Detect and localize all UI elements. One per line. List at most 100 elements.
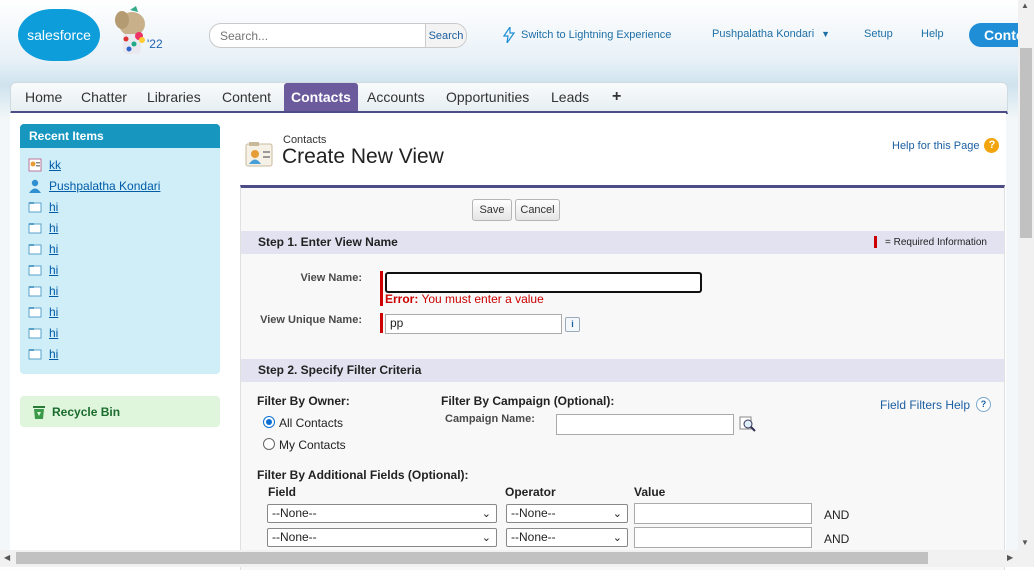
lightning-link[interactable]: Switch to Lightning Experience bbox=[521, 29, 671, 41]
contacts-card-icon bbox=[245, 142, 273, 167]
search-bar: Search bbox=[209, 23, 467, 48]
campaign-name-field[interactable] bbox=[556, 414, 734, 435]
scroll-right-icon[interactable]: ▶ bbox=[1007, 553, 1013, 562]
list-item[interactable]: hi bbox=[28, 218, 58, 238]
scroll-down-icon[interactable]: ▼ bbox=[1021, 538, 1029, 547]
lightning-switch[interactable]: Switch to Lightning Experience bbox=[503, 27, 671, 43]
user-name[interactable]: Pushpalatha Kondari bbox=[712, 28, 814, 40]
recent-item-label[interactable]: hi bbox=[49, 284, 58, 298]
tab-chatter[interactable]: Chatter bbox=[81, 83, 127, 111]
recent-item-label[interactable]: hi bbox=[49, 242, 58, 256]
list-item[interactable]: hi bbox=[28, 281, 58, 301]
radio-my-contacts[interactable] bbox=[263, 438, 275, 450]
list-item[interactable]: hi bbox=[28, 302, 58, 322]
column-value: Value bbox=[634, 485, 666, 499]
list-item[interactable]: hi bbox=[28, 323, 58, 343]
help-for-page[interactable]: Help for this Page ? bbox=[892, 138, 1000, 153]
salesforce-logo[interactable]: salesforce bbox=[18, 9, 100, 61]
filter-owner-label: Filter By Owner: bbox=[257, 394, 350, 408]
user-menu[interactable]: Pushpalatha Kondari ▼ bbox=[712, 28, 830, 40]
vertical-scrollbar-thumb[interactable] bbox=[1020, 48, 1032, 238]
horizontal-scrollbar-thumb[interactable] bbox=[16, 552, 928, 564]
tab-bar: Home Chatter Libraries Content Contacts … bbox=[10, 82, 1008, 114]
field-filters-help[interactable]: Field Filters Help ? bbox=[880, 397, 992, 412]
list-item[interactable]: hi bbox=[28, 344, 58, 364]
add-tab-button[interactable]: + bbox=[612, 83, 621, 111]
cancel-button[interactable]: Cancel bbox=[515, 199, 560, 221]
tab-libraries[interactable]: Libraries bbox=[147, 83, 201, 111]
tab-content[interactable]: Content bbox=[222, 83, 271, 111]
required-info-text: = Required Information bbox=[884, 236, 987, 248]
value-field[interactable] bbox=[634, 527, 812, 548]
info-icon[interactable]: i bbox=[565, 317, 580, 332]
radio-all-contacts-label[interactable]: All Contacts bbox=[279, 416, 343, 430]
list-item[interactable]: hi bbox=[28, 197, 58, 217]
recent-item-label[interactable]: kk bbox=[49, 158, 61, 172]
tab-home[interactable]: Home bbox=[25, 83, 62, 111]
folder-icon bbox=[28, 349, 42, 360]
chevron-down-icon: ⌄ bbox=[481, 532, 491, 544]
column-operator: Operator bbox=[505, 485, 556, 499]
recent-item-label[interactable]: Pushpalatha Kondari bbox=[49, 179, 160, 193]
chevron-down-icon: ⌄ bbox=[612, 532, 622, 544]
folder-icon bbox=[28, 202, 42, 213]
search-input[interactable] bbox=[210, 24, 425, 47]
recycle-bin[interactable]: Recycle Bin bbox=[20, 396, 220, 427]
recent-item-label[interactable]: hi bbox=[49, 200, 58, 214]
field-filters-help-link[interactable]: Field Filters Help bbox=[880, 398, 970, 412]
save-button[interactable]: Save bbox=[472, 199, 512, 221]
view-name-field[interactable] bbox=[385, 272, 702, 293]
required-marker bbox=[380, 271, 383, 306]
tab-accounts[interactable]: Accounts bbox=[367, 83, 425, 111]
list-item[interactable]: hi bbox=[28, 239, 58, 259]
step2-title: Step 2. Specify Filter Criteria bbox=[258, 363, 422, 377]
field-select[interactable]: --None-- ⌄ bbox=[267, 504, 497, 523]
list-item[interactable]: kk bbox=[28, 155, 61, 175]
required-legend: = Required Information bbox=[873, 236, 987, 248]
recent-item-label[interactable]: hi bbox=[49, 326, 58, 340]
recent-item-label[interactable]: hi bbox=[49, 305, 58, 319]
help-link[interactable]: Help bbox=[921, 28, 944, 40]
recent-item-label[interactable]: hi bbox=[49, 221, 58, 235]
field-select[interactable]: --None-- ⌄ bbox=[267, 528, 497, 547]
tab-opportunities[interactable]: Opportunities bbox=[446, 83, 529, 111]
unique-name-label: View Unique Name: bbox=[260, 314, 362, 326]
and-label: AND bbox=[824, 532, 850, 546]
operator-select[interactable]: --None-- ⌄ bbox=[506, 528, 628, 547]
chevron-down-icon: ⌄ bbox=[612, 508, 622, 520]
tab-leads[interactable]: Leads bbox=[551, 83, 589, 111]
value-field[interactable] bbox=[634, 503, 812, 524]
operator-select[interactable]: --None-- ⌄ bbox=[506, 504, 628, 523]
scroll-left-icon[interactable]: ◀ bbox=[4, 553, 10, 562]
unique-name-field[interactable]: pp bbox=[385, 314, 562, 334]
radio-my-contacts-label[interactable]: My Contacts bbox=[279, 438, 346, 452]
filter-campaign-label: Filter By Campaign (Optional): bbox=[441, 394, 615, 408]
additional-fields-label: Filter By Additional Fields (Optional): bbox=[257, 468, 469, 482]
view-name-label: View Name: bbox=[300, 272, 362, 284]
column-field: Field bbox=[268, 485, 297, 499]
view-name-error: Error: You must enter a value bbox=[385, 292, 544, 306]
recycle-bin-label[interactable]: Recycle Bin bbox=[52, 405, 120, 419]
lookup-icon[interactable] bbox=[739, 416, 757, 432]
list-item[interactable]: Pushpalatha Kondari bbox=[28, 176, 160, 196]
step1-title: Step 1. Enter View Name bbox=[258, 235, 398, 249]
step2-header: Step 2. Specify Filter Criteria bbox=[241, 359, 1004, 382]
step1-header: Step 1. Enter View Name = Required Infor… bbox=[241, 231, 1004, 254]
tab-contacts[interactable]: Contacts bbox=[284, 83, 358, 111]
operator-select-value: --None-- bbox=[511, 530, 556, 544]
search-button[interactable]: Search bbox=[425, 24, 466, 47]
page-title: Create New View bbox=[282, 145, 444, 168]
required-marker bbox=[380, 313, 383, 333]
list-item[interactable]: hi bbox=[28, 260, 58, 280]
radio-all-contacts[interactable] bbox=[263, 416, 275, 428]
setup-link[interactable]: Setup bbox=[864, 28, 893, 40]
recent-item-label[interactable]: hi bbox=[49, 263, 58, 277]
create-view-form: Save Cancel Step 1. Enter View Name = Re… bbox=[240, 185, 1005, 570]
chevron-down-icon: ▼ bbox=[821, 29, 831, 39]
folder-icon bbox=[28, 328, 42, 339]
contact-card-icon bbox=[28, 158, 42, 172]
recent-item-label[interactable]: hi bbox=[49, 347, 58, 361]
scroll-up-icon[interactable]: ▲ bbox=[1021, 1, 1029, 10]
help-for-page-link[interactable]: Help for this Page bbox=[892, 140, 979, 152]
folder-icon bbox=[28, 244, 42, 255]
